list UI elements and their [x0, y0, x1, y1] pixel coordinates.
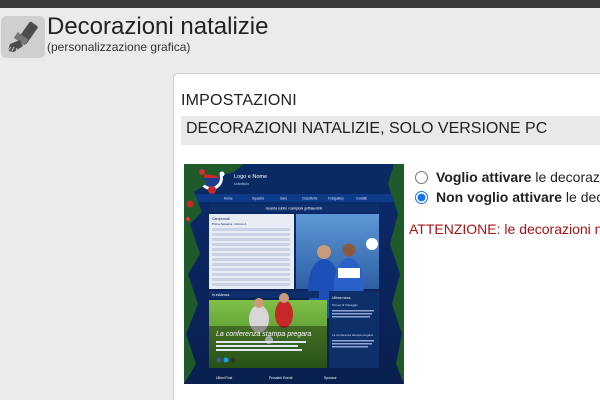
- preview-nav-3: Classifiche: [302, 197, 318, 201]
- option-activate-bold: Voglio attivare: [436, 169, 532, 185]
- option-deactivate[interactable]: Non voglio attivare le dec: [414, 189, 600, 205]
- section-label: IMPOSTAZIONI: [181, 92, 297, 109]
- option-deactivate-bold: Non voglio attivare: [436, 189, 563, 205]
- preview-ornament: [208, 186, 216, 194]
- option-activate[interactable]: Voglio attivare le decorazi: [414, 169, 600, 185]
- top-bar: [0, 0, 600, 8]
- preview-footer-2: Sponsor: [324, 376, 337, 380]
- radio-activate[interactable]: [415, 170, 428, 184]
- preview-side-title2: La conferenza stampa pregara: [332, 333, 373, 337]
- preview-nav-0: Home: [224, 197, 233, 201]
- preview-nav-5: Contatti: [356, 197, 367, 201]
- preview-news-heading: In evidenza: [212, 293, 229, 297]
- warning-text: ATTENZIONE: le decorazioni n: [409, 221, 600, 237]
- christmas-preview-image: Logo e Nome sottotitolo Home Squadra Gar…: [184, 164, 404, 384]
- preview-nav-2: Gare: [280, 197, 287, 201]
- preview-content-heading: Guarda subito i campioni goffolandini!: [266, 207, 323, 211]
- preview-side-heading: Ultime news: [332, 296, 351, 300]
- preview-footer-0: Ultimi Post: [216, 376, 232, 380]
- section-heading: DECORAZIONI NATALIZIE, SOLO VERSIONE PC: [186, 120, 548, 137]
- preview-table-title: Campionati: [212, 217, 230, 221]
- preview-feature-caption: La conferenza stampa pregara: [216, 331, 311, 338]
- preview-site-title: Logo e Nome: [234, 174, 267, 180]
- paintbrush-icon: [1, 16, 45, 58]
- page-title: Decorazioni natalizie: [47, 13, 269, 40]
- preview-side-title: Torneo di Viareggio: [332, 303, 358, 307]
- preview-footer-1: Prossimi Eventi: [269, 376, 293, 380]
- option-deactivate-text: le dec: [562, 189, 600, 205]
- preview-nav-1: Squadra: [252, 197, 264, 201]
- preview-table-subtitle: Prima Squadra - Girone A: [212, 222, 246, 226]
- option-activate-text: le decorazi: [531, 169, 600, 185]
- radio-deactivate[interactable]: [415, 190, 428, 204]
- page-subtitle: (personalizzazione grafica): [47, 40, 191, 54]
- preview-nav-4: Fotogallery: [328, 197, 344, 201]
- preview-site-subtitle: sottotitolo: [234, 182, 249, 186]
